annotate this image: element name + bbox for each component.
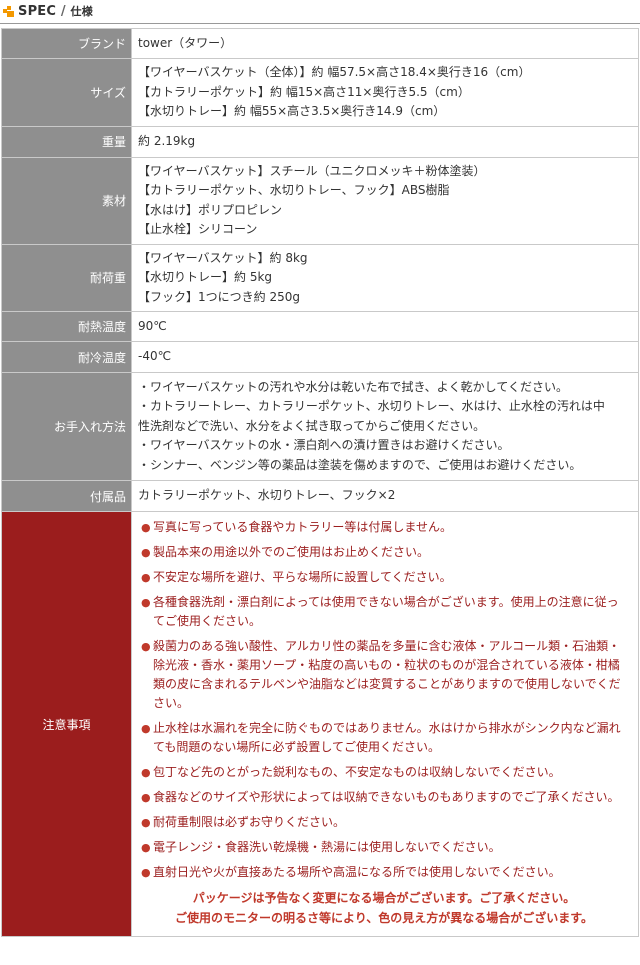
row-label: お手入れ方法 (1, 372, 132, 481)
value-line: 【カトラリーポケット、水切りトレー、フック】ABS樹脂 (138, 183, 450, 197)
value-line: カトラリーポケット、水切りトレー、フック×2 (138, 488, 396, 503)
caution-text: 直射日光や火が直接あたる場所や高温になる所では使用しないでください。 (153, 865, 561, 879)
caution-text: 殺菌力のある強い酸性、アルカリ性の薬品を多量に含む液体・アルコール類・石油類・除… (153, 639, 621, 710)
value-line: 【ワイヤーバスケット（全体）】約 幅57.5×高さ18.4×奥行き16（cm） (138, 65, 531, 79)
spec-row-accessories: 付属品 カトラリーポケット、水切りトレー、フック×2 (1, 480, 639, 512)
value-line: 【ワイヤーバスケット】スチール（ユニクロメッキ＋粉体塗装） (138, 163, 486, 178)
caution-list: ● 写真に写っている食器やカトラリー等は付属しません。 ● 製品本来の用途以外でのご… (140, 518, 628, 882)
value-line: ・カトラリートレー、カトラリーポケット、水切りトレー、水はけ、止水栓の汚れは中 (138, 399, 605, 414)
caution-text: 包丁など先のとがった鋭利なもの、不安定なものは収納しないでください。 (153, 765, 561, 779)
spec-header: SPEC / 仕様 (0, 0, 640, 24)
caution-text: 食器などのサイズや形状によっては収納できないものもありますのでご了承ください。 (153, 790, 620, 804)
spec-title-separator: / (60, 4, 66, 19)
row-value: ・ワイヤーバスケットの汚れや水分は乾いた布で拭き、よく乾かしてください。 ・カト… (131, 372, 639, 481)
value-line: 【水切りトレー】約 幅55×高さ3.5×奥行き14.9（cm） (138, 104, 446, 118)
caution-item: ● 写真に写っている食器やカトラリー等は付属しません。 (140, 518, 628, 537)
value-line: 性洗剤などで洗い、水分をよく拭き取ってからご使用ください。 (138, 418, 486, 433)
bullet-icon: ● (141, 791, 151, 804)
caution-item: ● 耐荷重制限は必ずお守りください。 (140, 813, 628, 832)
notice-line: ご使用のモニターの明るさ等により、色の見え方が異なる場合がございます。 (174, 911, 594, 925)
bullet-icon: ● (141, 766, 151, 779)
value-line: 【フック】1つにつき約 250g (138, 289, 300, 304)
bullet-icon: ● (141, 596, 151, 609)
spec-title: SPEC / 仕様 (18, 3, 93, 19)
row-label: 耐冷温度 (1, 341, 132, 373)
spec-row-cold-resistance: 耐冷温度 -40℃ (1, 341, 639, 373)
caution-text: 電子レンジ・食器洗い乾燥機・熱湯には使用しないでください。 (153, 840, 501, 854)
row-label: 耐荷重 (1, 243, 132, 312)
row-value: 90℃ (131, 311, 639, 342)
spec-title-jp: 仕様 (70, 5, 93, 18)
row-value: 【ワイヤーバスケット】スチール（ユニクロメッキ＋粉体塗装） 【カトラリーポケット… (131, 156, 639, 245)
caution-item: ● 食器などのサイズや形状によっては収納できないものもありますのでご了承ください。 (140, 788, 628, 807)
value-line: 【カトラリーポケット】約 幅15×高さ11×奥行き5.5（cm） (138, 84, 470, 99)
row-value: tower（タワー） (131, 28, 639, 59)
bullet-icon: ● (141, 640, 151, 653)
caution-text: 写真に写っている食器やカトラリー等は付属しません。 (153, 520, 453, 534)
value-line: 【水切りトレー】約 5kg (138, 270, 273, 284)
package-notice: パッケージは予告なく変更になる場合がございます。ご了承ください。 ご使用のモニタ… (140, 888, 628, 928)
value-line: 【ワイヤーバスケット】約 8kg (138, 250, 308, 265)
row-value: ● 写真に写っている食器やカトラリー等は付属しません。 ● 製品本来の用途以外でのご… (131, 511, 639, 937)
spec-title-en: SPEC (18, 4, 57, 19)
row-label: 付属品 (1, 480, 132, 512)
bullet-icon: ● (141, 571, 151, 584)
value-line: 90℃ (138, 318, 167, 333)
spec-row-care: お手入れ方法 ・ワイヤーバスケットの汚れや水分は乾いた布で拭き、よく乾かしてくだ… (1, 372, 639, 481)
bullet-icon: ● (141, 546, 151, 559)
notice-line: パッケージは予告なく変更になる場合がございます。ご了承ください。 (192, 891, 576, 905)
value-line: 【止水栓】シリコーン (138, 222, 258, 236)
spec-row-cautions: 注意事項 ● 写真に写っている食器やカトラリー等は付属しません。 ● 製品本来の用途… (1, 511, 639, 937)
caution-item: ● 電子レンジ・食器洗い乾燥機・熱湯には使用しないでください。 (140, 838, 628, 857)
row-value: 【ワイヤーバスケット（全体）】約 幅57.5×高さ18.4×奥行き16（cm） … (131, 58, 639, 127)
spec-row-material: 素材 【ワイヤーバスケット】スチール（ユニクロメッキ＋粉体塗装） 【カトラリーポ… (1, 156, 639, 245)
bullet-icon: ● (141, 866, 151, 879)
caution-item: ● 各種食器洗剤・漂白剤によっては使用できない場合がございます。使用上の注意に従っ… (140, 593, 628, 631)
bullet-icon: ● (141, 722, 151, 735)
value-line: 【水はけ】ポリプロピレン (138, 202, 283, 217)
caution-item: ● 殺菌力のある強い酸性、アルカリ性の薬品を多量に含む液体・アルコール類・石油類・… (140, 637, 628, 713)
row-label: 重量 (1, 125, 132, 158)
bullet-icon: ● (141, 521, 151, 534)
value-line: tower（タワー） (138, 35, 233, 50)
spec-row-load-capacity: 耐荷重 【ワイヤーバスケット】約 8kg 【水切りトレー】約 5kg 【フック】… (1, 243, 639, 312)
value-line: ・ワイヤーバスケットの汚れや水分は乾いた布で拭き、よく乾かしてください。 (138, 379, 568, 394)
row-value: 【ワイヤーバスケット】約 8kg 【水切りトレー】約 5kg 【フック】1つにつ… (131, 243, 639, 312)
caution-item: ● 直射日光や火が直接あたる場所や高温になる所では使用しないでください。 (140, 863, 628, 882)
caution-text: 不安定な場所を避け、平らな場所に設置してください。 (153, 570, 452, 584)
value-line: 約 2.19kg (138, 133, 196, 148)
spec-row-heat-resistance: 耐熱温度 90℃ (1, 311, 639, 342)
caution-text: 各種食器洗剤・漂白剤によっては使用できない場合がございます。使用上の注意に従って… (153, 595, 619, 628)
value-line: ・シンナー、ベンジン等の薬品は塗装を傷めますので、ご使用はお避けください。 (138, 457, 582, 472)
value-line: -40℃ (138, 349, 172, 364)
spec-row-weight: 重量 約 2.19kg (1, 125, 639, 158)
spec-row-brand: ブランド tower（タワー） (1, 28, 639, 59)
spec-table: ブランド tower（タワー） サイズ 【ワイヤーバスケット（全体）】約 幅57… (1, 28, 639, 937)
caution-text: 耐荷重制限は必ずお守りください。 (153, 815, 346, 829)
caution-text: 止水栓は水漏れを完全に防ぐものではありません。水はけから排水がシンク内など漏れて… (153, 721, 621, 754)
caution-item: ● 不安定な場所を避け、平らな場所に設置してください。 (140, 568, 628, 587)
row-label: サイズ (1, 58, 132, 127)
row-label: 注意事項 (1, 511, 132, 937)
caution-item: ● 止水栓は水漏れを完全に防ぐものではありません。水はけから排水がシンク内など漏れ… (140, 719, 628, 757)
caution-text: 製品本来の用途以外でのご使用はお止めください。 (153, 545, 430, 559)
row-value: -40℃ (131, 341, 639, 373)
row-value: 約 2.19kg (131, 125, 639, 158)
caution-item: ● 包丁など先のとがった鋭利なもの、不安定なものは収納しないでください。 (140, 763, 628, 782)
spec-row-size: サイズ 【ワイヤーバスケット（全体）】約 幅57.5×高さ18.4×奥行き16（… (1, 58, 639, 127)
row-label: 耐熱温度 (1, 311, 132, 342)
bullet-icon: ● (141, 841, 151, 854)
caution-item: ● 製品本来の用途以外でのご使用はお止めください。 (140, 543, 628, 562)
orange-square-icon (3, 6, 14, 17)
bullet-icon: ● (141, 816, 151, 829)
row-label: ブランド (1, 28, 132, 59)
row-value: カトラリーポケット、水切りトレー、フック×2 (131, 480, 639, 512)
value-line: ・ワイヤーバスケットの水・漂白剤への漬け置きはお避けください。 (138, 438, 510, 453)
row-label: 素材 (1, 156, 132, 245)
